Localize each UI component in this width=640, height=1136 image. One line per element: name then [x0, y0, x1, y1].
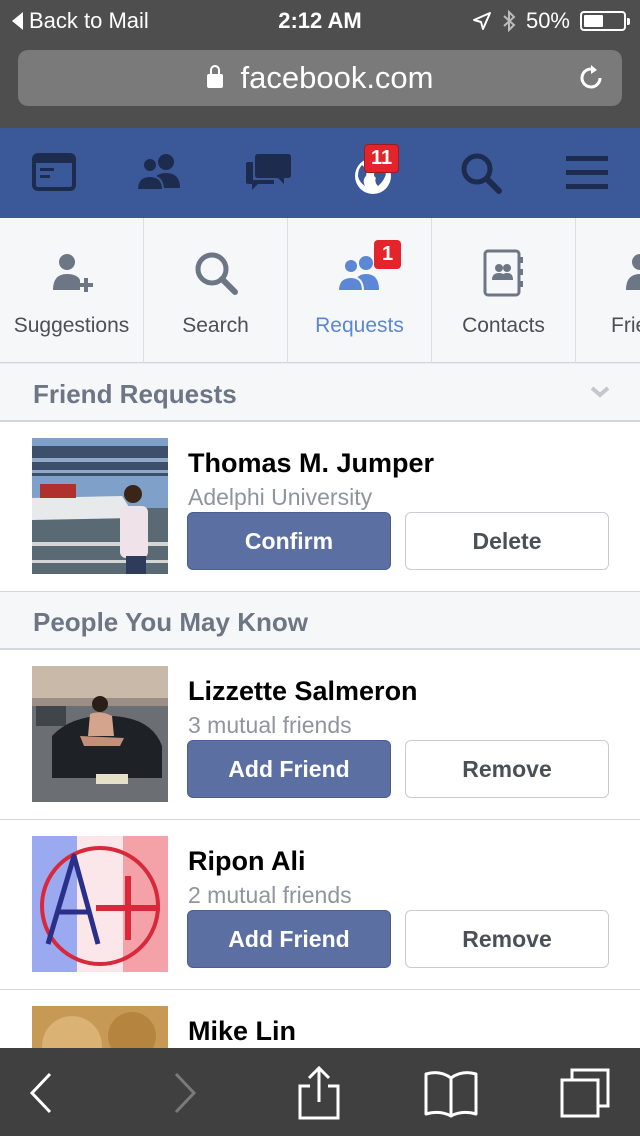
tab-label: Requests [315, 314, 404, 337]
person-name[interactable]: Ripon Ali [188, 846, 305, 877]
browser-chrome: Back to Mail 2:12 AM 50% facebook.com [0, 0, 640, 128]
person-name[interactable]: Mike Lin [188, 1016, 296, 1047]
tab-contacts[interactable]: Contacts [432, 218, 576, 363]
tab-suggestions[interactable]: Suggestions [0, 218, 144, 363]
back-icon[interactable] [16, 1066, 70, 1120]
lock-icon [206, 65, 223, 88]
bluetooth-icon [503, 9, 516, 33]
friends-subtabs: Suggestions Search 1 Requests Contacts F… [0, 218, 640, 363]
person-name[interactable]: Lizzette Salmeron [188, 676, 418, 707]
contacts-book-icon [483, 249, 523, 297]
section-title: People You May Know [33, 607, 308, 637]
friend-request-card: Thomas M. Jumper Adelphi University Conf… [0, 422, 640, 592]
status-right: 50% [472, 8, 630, 34]
person-name[interactable]: Thomas M. Jumper [188, 448, 434, 479]
search-icon[interactable] [456, 148, 506, 198]
add-friend-button[interactable]: Add Friend [187, 740, 391, 798]
section-title: Friend Requests [33, 379, 237, 409]
facebook-nav-bar: 11 [0, 128, 640, 218]
tab-search[interactable]: Search [144, 218, 288, 363]
chevron-down-icon[interactable] [590, 386, 610, 398]
tab-requests[interactable]: 1 Requests [288, 218, 432, 363]
news-feed-icon[interactable] [30, 148, 80, 198]
add-person-icon [52, 254, 93, 292]
menu-icon[interactable] [562, 148, 612, 198]
share-icon[interactable] [292, 1066, 346, 1120]
browser-toolbar [0, 1048, 640, 1136]
mutual-friends[interactable]: 3 mutual friends [188, 712, 352, 739]
battery-icon [580, 11, 630, 31]
battery-percent: 50% [525, 8, 570, 33]
remove-button[interactable]: Remove [405, 740, 609, 798]
tab-friends[interactable]: Friends [576, 218, 640, 363]
status-bar: Back to Mail 2:12 AM 50% [0, 0, 640, 40]
reload-icon[interactable] [576, 63, 606, 93]
tab-label: Friends [611, 314, 640, 337]
delete-button[interactable]: Delete [405, 512, 609, 570]
search-icon [195, 252, 238, 295]
bookmarks-icon[interactable] [424, 1066, 478, 1120]
forward-icon[interactable] [156, 1066, 210, 1120]
people-you-may-know-header: People You May Know [0, 592, 640, 650]
tabs-icon[interactable] [558, 1066, 612, 1120]
friend-requests-header[interactable]: Friend Requests [0, 364, 640, 422]
remove-button[interactable]: Remove [405, 910, 609, 968]
suggestion-card: Ripon Ali 2 mutual friends Add Friend Re… [0, 820, 640, 990]
profile-photo[interactable] [32, 438, 168, 574]
profile-photo[interactable] [32, 836, 168, 972]
mutual-friends[interactable]: 2 mutual friends [188, 882, 352, 909]
messages-icon[interactable] [244, 148, 294, 198]
requests-badge: 1 [374, 240, 402, 269]
friends-icon[interactable] [134, 148, 184, 198]
location-arrow-icon [472, 12, 491, 30]
profile-photo[interactable] [32, 666, 168, 802]
battery-fill [584, 15, 603, 27]
person-subtitle: Adelphi University [188, 484, 373, 510]
confirm-button[interactable]: Confirm [187, 512, 391, 570]
tab-label: Contacts [462, 314, 545, 337]
person-icon [626, 254, 640, 290]
suggestion-card: Lizzette Salmeron 3 mutual friends Add F… [0, 650, 640, 820]
url-domain: facebook.com [240, 60, 434, 95]
add-friend-button[interactable]: Add Friend [187, 910, 391, 968]
tab-label: Search [182, 314, 249, 337]
notifications-badge: 11 [364, 144, 400, 173]
tab-label: Suggestions [13, 314, 130, 337]
url-bar[interactable]: facebook.com [18, 50, 622, 106]
